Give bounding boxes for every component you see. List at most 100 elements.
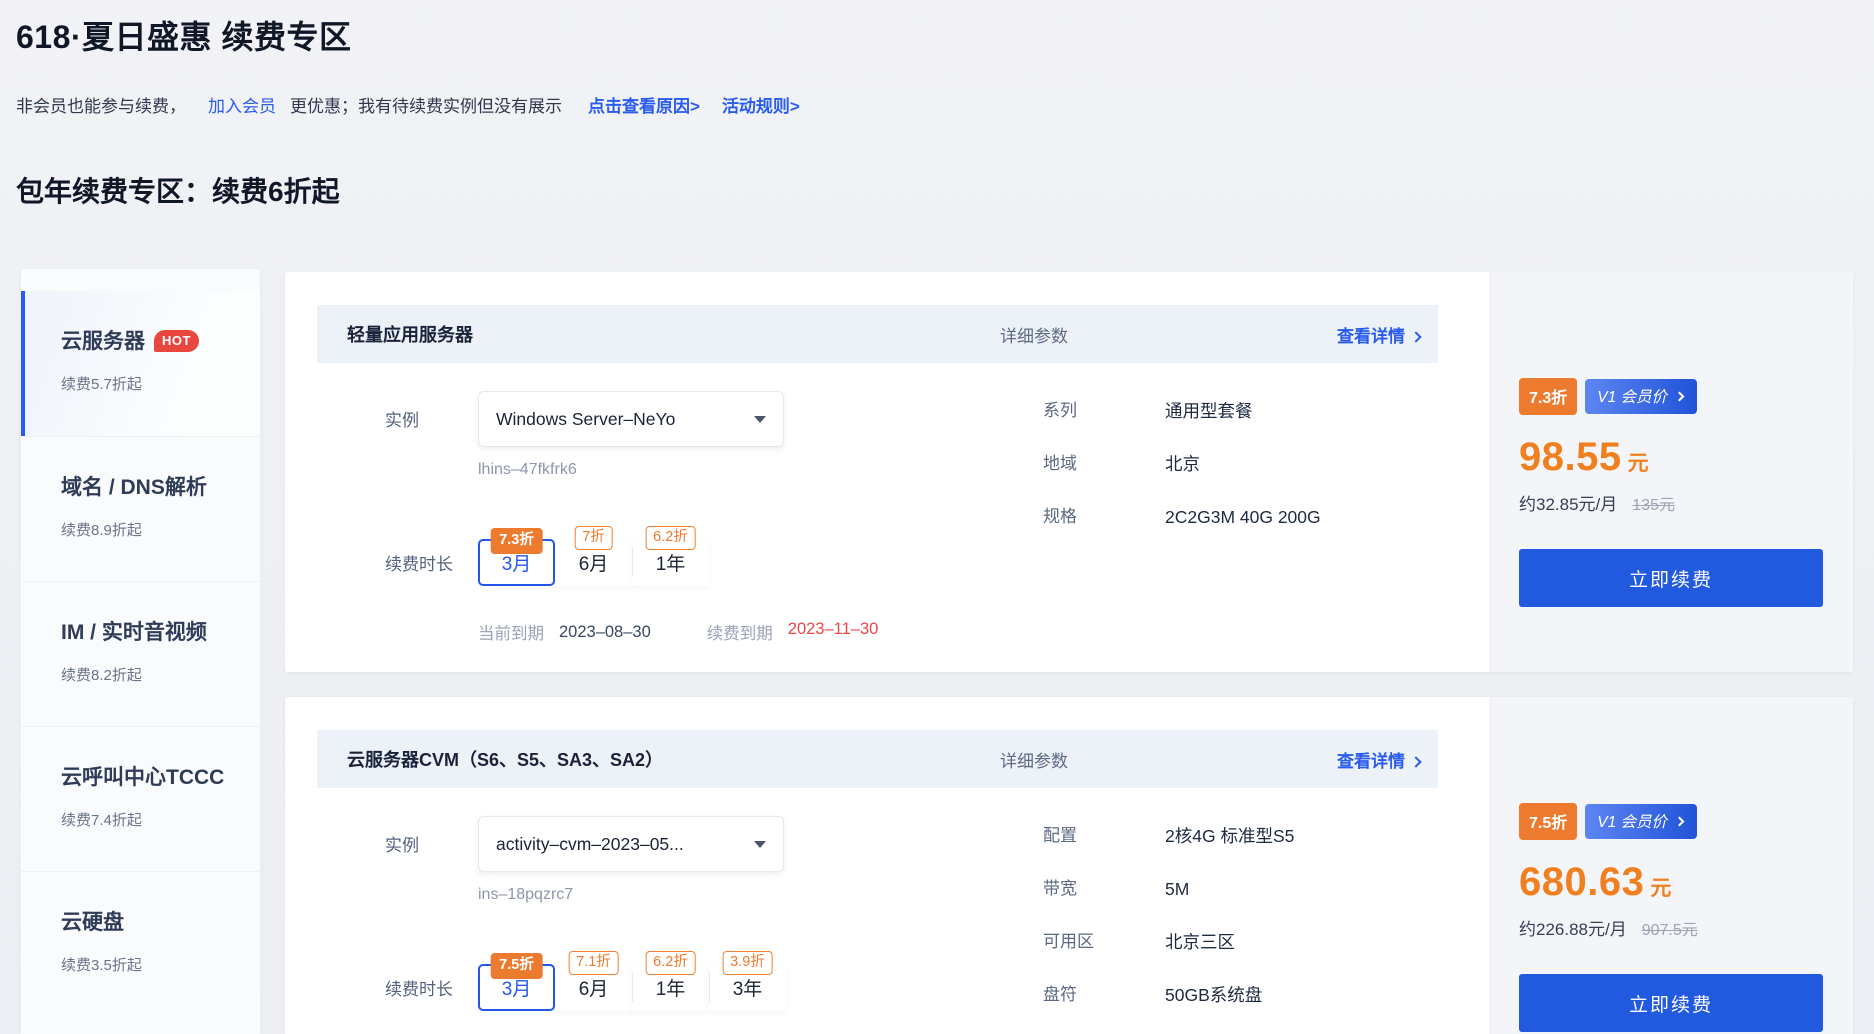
params-label: 详细参数 xyxy=(1000,747,1068,772)
product-title: 轻量应用服务器 xyxy=(347,321,1000,347)
duration-option-label: 1年 xyxy=(656,974,686,1001)
duration-option-3m[interactable]: 7.3折 3月 xyxy=(478,539,555,586)
card-header: 轻量应用服务器 详细参数 查看详情 xyxy=(317,305,1438,363)
price-unit: 元 xyxy=(1650,872,1671,902)
sidebar-item-im-trtc[interactable]: IM / 实时音视频 续费8.2折起 xyxy=(21,581,260,726)
original-price: 135元 xyxy=(1632,497,1675,514)
caret-down-icon xyxy=(754,416,766,423)
duration-label: 续费时长 xyxy=(385,539,478,586)
activity-rules-link[interactable]: 活动规则> xyxy=(722,97,800,116)
subtitle-text-2: 更优惠；我有待续费实例但没有展示 xyxy=(290,97,562,116)
spec-value: 北京 xyxy=(1165,450,1200,478)
instance-select-value: activity–cvm–2023–05... xyxy=(496,834,754,855)
discount-badge: 3.9折 xyxy=(722,951,773,975)
chevron-right-icon xyxy=(1410,756,1421,767)
spec-value: 通用型套餐 xyxy=(1165,397,1253,425)
page-title: 618·夏日盛惠 续费专区 xyxy=(16,12,351,58)
price-panel: 7.5折 V1 会员价 680.63 元 约226.88元/月907.5元 立即… xyxy=(1490,697,1853,1034)
monthly-price-row: 约226.88元/月907.5元 xyxy=(1519,915,1823,940)
spec-label: 带宽 xyxy=(1043,875,1165,903)
view-detail-link[interactable]: 查看详情 xyxy=(1337,322,1420,347)
duration-option-6m[interactable]: 7折 6月 xyxy=(555,539,632,586)
spec-label: 配置 xyxy=(1043,822,1165,850)
renew-now-button[interactable]: 立即续费 xyxy=(1519,974,1823,1032)
spec-list: 配置 2核4G 标准型S5 带宽 5M 可用区 北京三区 盘符 50GB系统盘 xyxy=(1043,822,1294,1034)
chevron-right-icon xyxy=(1410,331,1421,342)
spec-row: 规格 2C2G3M 40G 200G xyxy=(1043,503,1321,531)
sidebar-item-label: 云服务器 xyxy=(61,330,145,353)
price-panel: 7.3折 V1 会员价 98.55 元 约32.85元/月135元 立即续费 xyxy=(1490,272,1853,672)
duration-option-6m[interactable]: 7.1折 6月 xyxy=(555,964,632,1011)
renew-now-button[interactable]: 立即续费 xyxy=(1519,549,1823,607)
duration-option-3y[interactable]: 3.9折 3年 xyxy=(709,964,786,1011)
spec-list: 系列 通用型套餐 地域 北京 规格 2C2G3M 40G 200G xyxy=(1043,397,1321,556)
spec-row: 地域 北京 xyxy=(1043,450,1321,478)
price-row: 680.63 元 xyxy=(1519,860,1823,905)
monthly-price-row: 约32.85元/月 135元 xyxy=(1519,490,1823,515)
sidebar-item-label: 云呼叫中心TCCC xyxy=(61,766,224,789)
instance-select[interactable]: Windows Server–NeYo xyxy=(478,391,784,447)
instance-id: ins–18pqzrc7 xyxy=(478,886,784,904)
duration-option-label: 3年 xyxy=(733,974,763,1001)
expiry-row: 当前到期 2023–08–30 续费到期 2023–11–30 xyxy=(478,620,1438,644)
current-expiry-label: 当前到期 xyxy=(478,620,544,644)
sidebar-item-discount: 续费5.7折起 xyxy=(61,373,250,394)
spec-row: 带宽 5M xyxy=(1043,875,1294,903)
renew-expiry-label: 续费到期 xyxy=(707,620,773,644)
params-label: 详细参数 xyxy=(1000,322,1068,347)
duration-option-1y[interactable]: 6.2折 1年 xyxy=(632,539,709,586)
spec-row: 系列 通用型套餐 xyxy=(1043,397,1321,425)
duration-option-3m[interactable]: 7.5折 3月 xyxy=(478,964,555,1011)
price-unit: 元 xyxy=(1628,447,1649,477)
product-card-lighthouse: 轻量应用服务器 详细参数 查看详情 实例 Windows Server–NeYo… xyxy=(285,272,1853,672)
vip-price-badge[interactable]: V1 会员价 xyxy=(1585,804,1697,839)
sidebar-item-cloud-disk[interactable]: 云硬盘 续费3.5折起 xyxy=(21,871,260,1016)
sidebar-item-label: 云硬盘 xyxy=(61,911,124,934)
sidebar-item-label: 域名 / DNS解析 xyxy=(61,476,207,499)
sidebar-item-discount: 续费8.2折起 xyxy=(61,664,250,685)
view-reason-link[interactable]: 点击查看原因> xyxy=(588,97,700,116)
discount-badge: 7.1折 xyxy=(568,951,619,975)
sidebar-item-domain-dns[interactable]: 域名 / DNS解析 续费8.9折起 xyxy=(21,436,260,581)
section-title: 包年续费专区：续费6折起 xyxy=(16,170,340,210)
duration-options: 7.3折 3月 7折 6月 6.2折 1年 xyxy=(478,539,709,586)
monthly-price: 约32.85元/月 xyxy=(1519,495,1617,514)
spec-label: 地域 xyxy=(1043,450,1165,478)
product-title: 云服务器CVM（S6、S5、SA3、SA2） xyxy=(347,746,1000,772)
card-main-section: 云服务器CVM（S6、S5、SA3、SA2） 详细参数 查看详情 实例 acti… xyxy=(285,697,1490,1034)
sidebar-item-cloud-server[interactable]: 云服务器HOT 续费5.7折起 xyxy=(21,291,260,436)
spec-row: 配置 2核4G 标准型S5 xyxy=(1043,822,1294,850)
duration-label: 续费时长 xyxy=(385,964,478,1011)
monthly-price: 约226.88元/月 xyxy=(1519,920,1627,939)
discount-badge: 7.5折 xyxy=(490,953,543,979)
product-card-cvm: 云服务器CVM（S6、S5、SA3、SA2） 详细参数 查看详情 实例 acti… xyxy=(285,697,1853,1034)
spec-value: 2C2G3M 40G 200G xyxy=(1165,503,1321,531)
spec-label: 规格 xyxy=(1043,503,1165,531)
vip-price-badge[interactable]: V1 会员价 xyxy=(1585,379,1697,414)
discount-badge: 7.3折 xyxy=(490,528,543,554)
duration-option-1y[interactable]: 6.2折 1年 xyxy=(632,964,709,1011)
view-detail-link[interactable]: 查看详情 xyxy=(1337,747,1420,772)
spec-value: 5M xyxy=(1165,875,1189,903)
price-amount: 680.63 xyxy=(1519,860,1644,905)
spec-row: 盘符 50GB系统盘 xyxy=(1043,981,1294,1009)
discount-badge: 7.3折 xyxy=(1519,378,1577,415)
renew-expiry-date: 2023–11–30 xyxy=(788,620,879,644)
spec-value: 2核4G 标准型S5 xyxy=(1165,822,1294,850)
sidebar-item-discount: 续费7.4折起 xyxy=(61,809,250,830)
discount-badge: 6.2折 xyxy=(645,526,696,550)
chevron-right-icon xyxy=(1675,391,1685,401)
spec-row: 可用区 北京三区 xyxy=(1043,928,1294,956)
instance-label: 实例 xyxy=(385,816,478,904)
card-header: 云服务器CVM（S6、S5、SA3、SA2） 详细参数 查看详情 xyxy=(317,730,1438,788)
join-member-link[interactable]: 加入会员 xyxy=(208,97,276,116)
spec-value: 北京三区 xyxy=(1165,928,1235,956)
discount-badge: 7折 xyxy=(574,526,613,550)
instance-select[interactable]: activity–cvm–2023–05... xyxy=(478,816,784,872)
duration-options: 7.5折 3月 7.1折 6月 6.2折 1年 3.9折 3年 xyxy=(478,964,786,1011)
category-sidebar: 云服务器HOT 续费5.7折起 域名 / DNS解析 续费8.9折起 IM / … xyxy=(20,268,261,1034)
current-expiry-date: 2023–08–30 xyxy=(559,623,651,642)
spec-label: 盘符 xyxy=(1043,981,1165,1009)
sidebar-item-tccc[interactable]: 云呼叫中心TCCC 续费7.4折起 xyxy=(21,726,260,871)
instance-id: lhins–47fkfrk6 xyxy=(478,461,784,479)
